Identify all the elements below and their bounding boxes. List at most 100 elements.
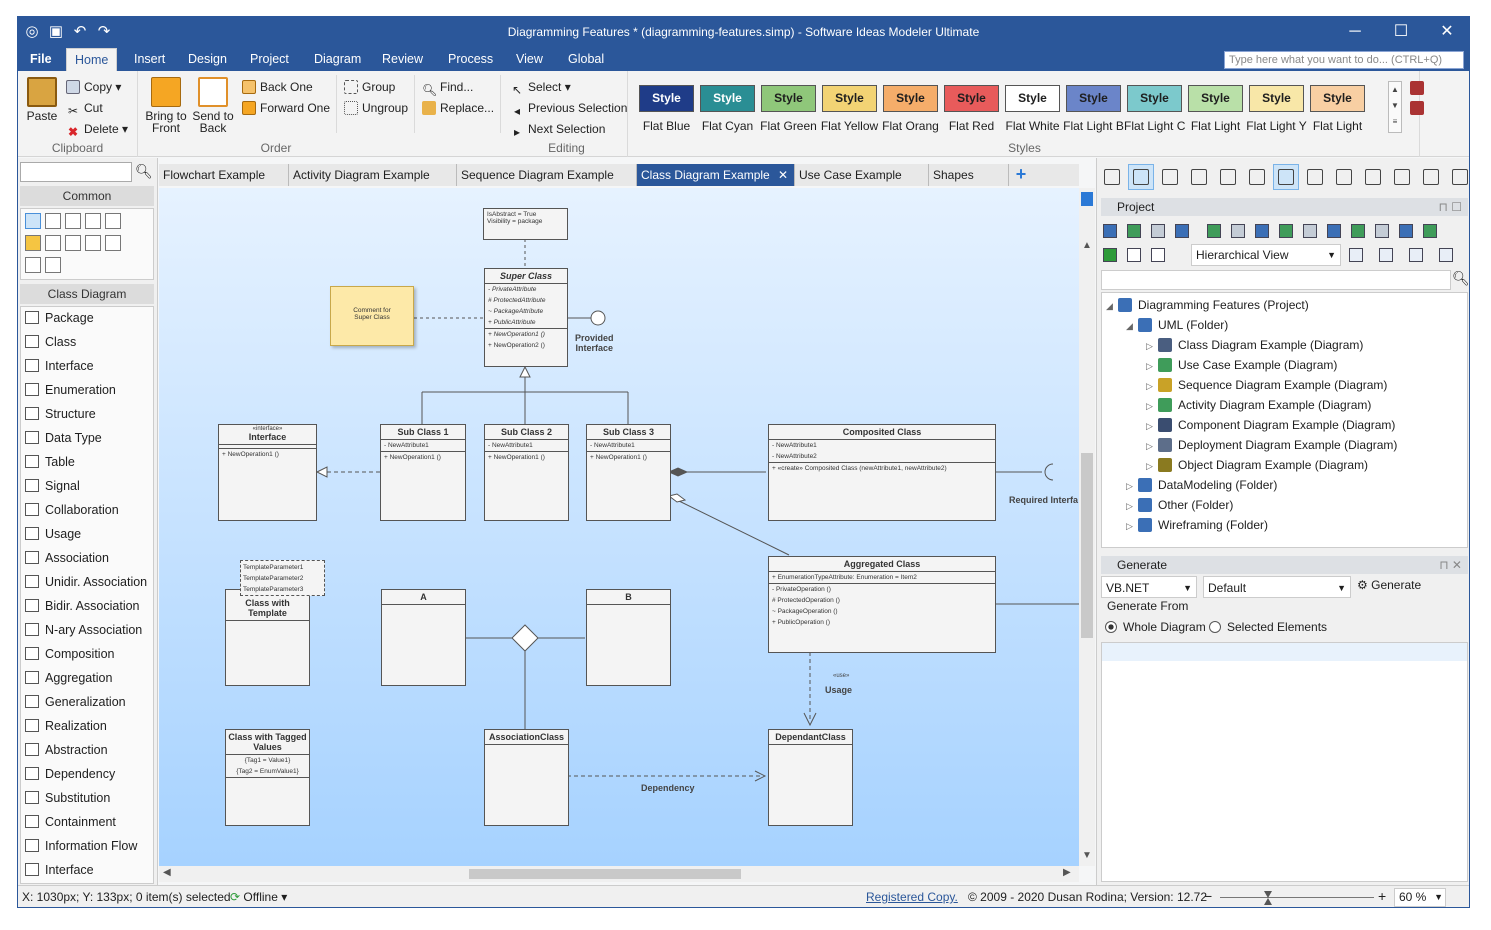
sub-class-1[interactable]: Sub Class 1 - NewAttribute1 + NewOperati…	[380, 424, 466, 521]
panel-toolbar-icon[interactable]	[1302, 164, 1328, 190]
toolbox-item[interactable]: Generalization	[25, 691, 126, 713]
toolbox-item[interactable]: Data Type	[25, 427, 102, 449]
project-toolbar-icon[interactable]	[1103, 224, 1117, 238]
project-toolbar-icon[interactable]	[1255, 224, 1269, 238]
search-icon[interactable]: 🔍︎	[135, 163, 153, 180]
diagram-canvas[interactable]: IsAbstract = True Visibility = package C…	[159, 188, 1079, 866]
canvas-vertical-scrollbar[interactable]: ▲ ▼	[1079, 188, 1095, 866]
forward-one-button[interactable]: Forward One	[242, 101, 330, 115]
expander-icon[interactable]: ▷	[1146, 396, 1158, 416]
project-toolbar-icon[interactable]	[1231, 224, 1245, 238]
image-tool-icon[interactable]	[85, 235, 101, 251]
toolbox-item[interactable]: Substitution	[25, 787, 110, 809]
add-tab-icon[interactable]: +	[1011, 164, 1031, 186]
tree-item[interactable]: ◢ UML (Folder)	[1126, 315, 1228, 335]
add-icon[interactable]	[1127, 248, 1141, 262]
boundary-tool-icon[interactable]	[45, 257, 61, 273]
toolbox-item[interactable]: Signal	[25, 475, 80, 497]
pointer-tool-icon[interactable]	[25, 213, 41, 229]
close-tab-icon[interactable]: ✕	[778, 164, 788, 186]
style-swatch-button[interactable]: Style	[1127, 85, 1182, 112]
tree-item[interactable]: ▷ Use Case Example (Diagram)	[1146, 355, 1337, 375]
frame-tool-icon[interactable]	[25, 257, 41, 273]
tab-diagram[interactable]: Diagram	[306, 48, 369, 71]
previous-selection-button[interactable]: ◂ Previous Selection	[510, 101, 627, 118]
scroll-right-icon[interactable]: ▶	[1063, 867, 1071, 878]
refresh-icon[interactable]	[1103, 248, 1117, 262]
comment-tool-icon[interactable]	[25, 235, 41, 251]
project-toolbar-icon[interactable]	[1279, 224, 1293, 238]
common-header[interactable]: Common	[20, 186, 154, 206]
next-selection-button[interactable]: ▸ Next Selection	[510, 122, 605, 139]
expander-icon[interactable]: ▷	[1126, 476, 1138, 496]
style-swatch-button[interactable]: Style	[944, 85, 999, 112]
expander-icon[interactable]: ▷	[1146, 336, 1158, 356]
tree-item[interactable]: ▷ Wireframing (Folder)	[1126, 515, 1268, 535]
layout-icon[interactable]	[1409, 248, 1423, 262]
offline-button[interactable]: ⟳ Offline ▾	[230, 890, 287, 904]
toolbox-item[interactable]: Composition	[25, 643, 114, 665]
close-button[interactable]: ✕	[1424, 17, 1469, 48]
zoom-level-dropdown[interactable]: 60 % ▼	[1394, 888, 1446, 907]
copy-button[interactable]: Copy ▾	[66, 80, 121, 94]
style-swatch-button[interactable]: Style	[1005, 85, 1060, 112]
scroll-down-icon[interactable]: ▼	[1082, 850, 1092, 861]
tab-insert[interactable]: Insert	[126, 48, 173, 71]
panel-toolbar-icon[interactable]	[1099, 164, 1125, 190]
text-tool-icon[interactable]	[65, 235, 81, 251]
project-toolbar-icon[interactable]	[1127, 224, 1141, 238]
project-toolbar-icon[interactable]	[1303, 224, 1317, 238]
zoom-in-icon[interactable]: +	[1378, 888, 1386, 904]
toolbox-item[interactable]: Interface	[25, 355, 94, 377]
tab-file[interactable]: File	[22, 48, 60, 71]
tree-item[interactable]: ▷ Sequence Diagram Example (Diagram)	[1146, 375, 1387, 395]
toolbox-item[interactable]: Aggregation	[25, 667, 112, 689]
view-mode-dropdown[interactable]: Hierarchical View ▼	[1191, 244, 1341, 266]
sort-icon[interactable]	[1379, 248, 1393, 262]
tab-review[interactable]: Review	[374, 48, 431, 71]
project-toolbar-icon[interactable]	[1327, 224, 1341, 238]
select-button[interactable]: ↖ Select ▾	[510, 80, 571, 97]
comment-note[interactable]: Comment for Super Class	[330, 286, 414, 346]
toolbox-item[interactable]: Realization	[25, 715, 107, 737]
zoom-slider-thumb[interactable]	[1264, 891, 1272, 905]
class-diagram-header[interactable]: Class Diagram	[20, 284, 154, 304]
style-swatch-button[interactable]: Style	[761, 85, 816, 112]
toolbox-item[interactable]: Abstraction	[25, 739, 108, 761]
maximize-button[interactable]: ☐	[1378, 17, 1424, 48]
aggregated-class[interactable]: Aggregated Class + EnumerationTypeAttrib…	[768, 556, 996, 653]
tab-shapes[interactable]: Shapes	[929, 164, 1009, 186]
delete-button[interactable]: ✖ Delete ▾	[66, 122, 128, 139]
project-toolbar-icon[interactable]	[1351, 224, 1365, 238]
tab-process[interactable]: Process	[440, 48, 501, 71]
cut-button[interactable]: ✂ Cut	[66, 101, 103, 118]
project-toolbar-icon[interactable]	[1151, 224, 1165, 238]
horizontal-scroll-thumb[interactable]	[469, 869, 741, 879]
panel-toolbar-icon[interactable]	[1360, 164, 1386, 190]
dependant-class[interactable]: DependantClass	[768, 729, 853, 826]
class-a[interactable]: A	[381, 589, 466, 686]
tab-global[interactable]: Global	[560, 48, 612, 71]
panel-toolbar-icon[interactable]	[1128, 164, 1154, 190]
toolbox-item[interactable]: Bidir. Association	[25, 595, 140, 617]
minimize-button[interactable]: ─	[1332, 17, 1378, 48]
group-button[interactable]: Group	[344, 80, 395, 94]
style-gallery-scroll[interactable]: ▲ ▼ ≡	[1388, 81, 1402, 133]
project-toolbar-icon[interactable]	[1375, 224, 1389, 238]
tagged-note[interactable]: IsAbstract = True Visibility = package	[483, 208, 568, 240]
tab-design[interactable]: Design	[180, 48, 235, 71]
tagged-values-class[interactable]: Class with Tagged Values {Tag1 = Value1}…	[225, 729, 310, 826]
zoom-tool-icon[interactable]	[65, 213, 81, 229]
panel-toolbar-icon[interactable]	[1331, 164, 1357, 190]
code-output-area[interactable]	[1101, 642, 1468, 882]
scroll-left-icon[interactable]: ◀	[163, 867, 171, 878]
tree-item[interactable]: ▷ Object Diagram Example (Diagram)	[1146, 455, 1368, 475]
expander-icon[interactable]: ◢	[1126, 316, 1138, 336]
toolbox-item[interactable]: Enumeration	[25, 379, 116, 401]
style-edit-icon[interactable]	[1410, 81, 1424, 95]
tree-item[interactable]: ▷ Deployment Diagram Example (Diagram)	[1146, 435, 1397, 455]
toolbox-item[interactable]: Package	[25, 307, 94, 329]
grid-icon[interactable]	[1439, 248, 1453, 262]
remove-icon[interactable]	[1151, 248, 1165, 262]
filter-icon[interactable]	[1349, 248, 1363, 262]
